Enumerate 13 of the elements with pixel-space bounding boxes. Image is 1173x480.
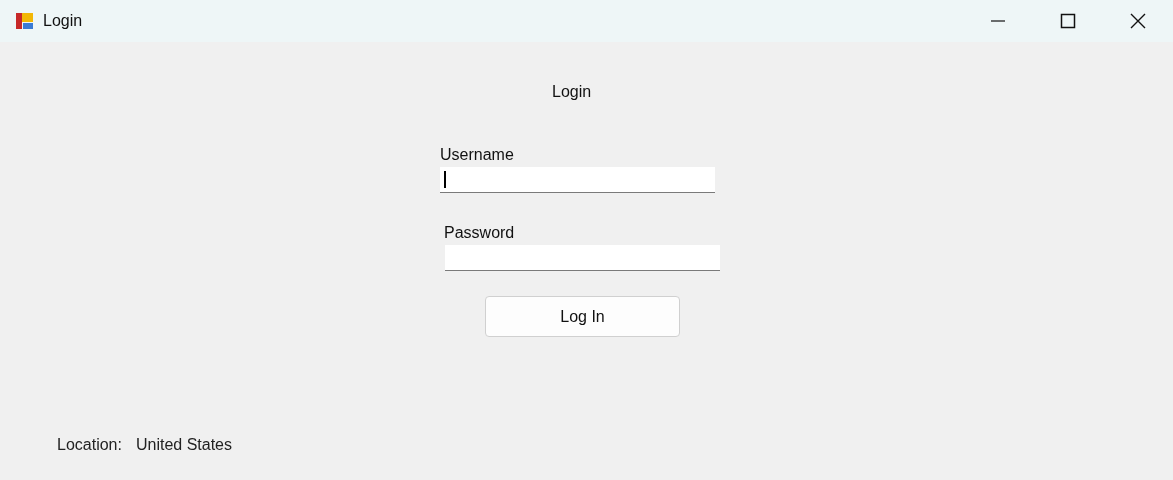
input-field[interactable] xyxy=(440,167,715,193)
location-label: Location: xyxy=(57,436,122,454)
form-heading: Login xyxy=(552,83,592,101)
window-title: Login xyxy=(43,12,83,30)
login-button[interactable]: Log In xyxy=(485,296,680,337)
location-value: United States xyxy=(135,436,232,454)
field-label: Password xyxy=(444,224,515,242)
minimize-icon xyxy=(990,20,1006,22)
field-label: Username xyxy=(440,146,514,164)
app-icon xyxy=(15,11,35,31)
close-icon xyxy=(1130,13,1146,29)
maximize-icon xyxy=(1060,13,1076,29)
input-field[interactable] xyxy=(445,245,720,271)
